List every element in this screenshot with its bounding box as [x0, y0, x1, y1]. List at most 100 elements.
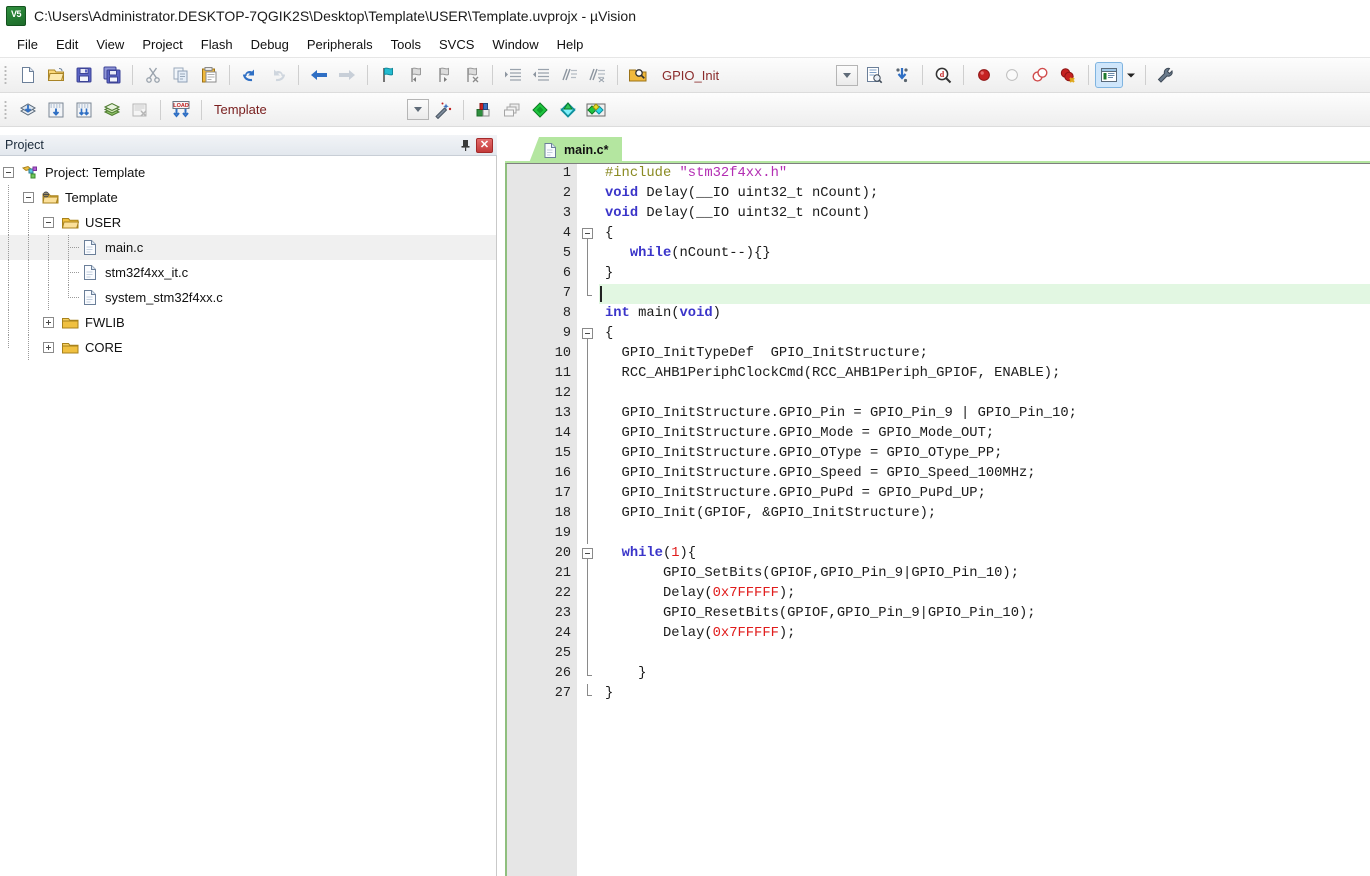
code-line-text[interactable]: void Delay(__IO uint32_t nCount); — [599, 184, 1370, 204]
editor-code-text[interactable]: #include "stm32f4xx.h" void Delay(__IO ui… — [599, 164, 1370, 876]
code-line[interactable]: } — [599, 684, 1370, 704]
pin-icon[interactable] — [457, 137, 473, 153]
tree-item-group-core[interactable]: CORE — [0, 335, 496, 360]
fold-collapse-icon[interactable] — [582, 228, 593, 239]
editor-bookmark-gutter[interactable] — [507, 164, 542, 876]
target-options-icon[interactable] — [526, 97, 554, 123]
comment-icon[interactable] — [555, 62, 583, 88]
breakpoint-kill-all-icon[interactable] — [1054, 62, 1082, 88]
code-line[interactable]: GPIO_InitTypeDef GPIO_InitStructure; — [599, 344, 1370, 364]
breakpoint-disable-all-icon[interactable] — [1026, 62, 1054, 88]
code-line-text[interactable]: GPIO_ResetBits(GPIOF,GPIO_Pin_9|GPIO_Pin… — [599, 604, 1370, 624]
menu-item-project[interactable]: Project — [133, 34, 191, 55]
code-line-text[interactable]: Delay(0x7FFFFF); — [599, 584, 1370, 604]
code-line[interactable] — [599, 524, 1370, 544]
fold-cell[interactable] — [577, 324, 599, 344]
paste-icon[interactable] — [195, 62, 223, 88]
fold-cell[interactable] — [577, 484, 599, 504]
code-line-text[interactable] — [599, 284, 1370, 304]
code-line[interactable]: void Delay(__IO uint32_t nCount) — [599, 204, 1370, 224]
code-line[interactable]: GPIO_InitStructure.GPIO_Speed = GPIO_Spe… — [599, 464, 1370, 484]
save-all-icon[interactable] — [98, 62, 126, 88]
fold-cell[interactable] — [577, 204, 599, 224]
code-line-text[interactable]: GPIO_InitStructure.GPIO_Mode = GPIO_Mode… — [599, 424, 1370, 444]
code-line-text[interactable]: { — [599, 324, 1370, 344]
fold-cell[interactable] — [577, 464, 599, 484]
code-line-text[interactable]: RCC_AHB1PeriphClockCmd(RCC_AHB1Periph_GP… — [599, 364, 1370, 384]
code-line[interactable]: { — [599, 324, 1370, 344]
tree-toggle-user[interactable] — [40, 210, 60, 235]
code-editor[interactable]: 1 2 3 4 5 6 7 8 9 10 11 12 13 14 15 16 17 18 19 20 21 22 23 24 2… — [505, 163, 1370, 876]
tree-toggle-project[interactable] — [0, 160, 20, 185]
fold-cell[interactable] — [577, 364, 599, 384]
translate-icon[interactable] — [14, 97, 42, 123]
code-line-text[interactable]: { — [599, 224, 1370, 244]
code-line[interactable]: GPIO_InitStructure.GPIO_PuPd = GPIO_PuPd… — [599, 484, 1370, 504]
bookmark-prev-icon[interactable] — [402, 62, 430, 88]
configure-target-icon[interactable] — [1152, 62, 1180, 88]
tree-toggle-fwlib[interactable] — [40, 310, 60, 335]
code-line[interactable]: } — [599, 664, 1370, 684]
code-line-text[interactable] — [599, 524, 1370, 544]
code-line-text[interactable]: while(1){ — [599, 544, 1370, 564]
symbol-combo-arrow-wrap[interactable] — [830, 64, 858, 86]
bookmark-next-icon[interactable] — [430, 62, 458, 88]
code-line-text[interactable]: #include "stm32f4xx.h" — [599, 164, 1370, 184]
code-line[interactable]: while(nCount--){} — [599, 244, 1370, 264]
rebuild-icon[interactable] — [70, 97, 98, 123]
redo-icon[interactable] — [264, 62, 292, 88]
fold-cell[interactable] — [577, 224, 599, 244]
tree-item-file-stm32f4xx-it-c[interactable]: stm32f4xx_it.c — [0, 260, 496, 285]
code-line-text[interactable]: } — [599, 264, 1370, 284]
fold-collapse-icon[interactable] — [582, 548, 593, 559]
fold-cell[interactable] — [577, 524, 599, 544]
menu-item-file[interactable]: File — [8, 34, 47, 55]
toolbar-grip[interactable] — [2, 64, 11, 86]
code-line[interactable] — [599, 644, 1370, 664]
navigate-back-icon[interactable] — [305, 62, 333, 88]
fold-cell[interactable] — [577, 344, 599, 364]
menu-item-svcs[interactable]: SVCS — [430, 34, 483, 55]
code-line[interactable] — [599, 384, 1370, 404]
code-line-text[interactable]: } — [599, 664, 1370, 684]
code-line-text[interactable]: GPIO_InitStructure.GPIO_Speed = GPIO_Spe… — [599, 464, 1370, 484]
code-line[interactable]: void Delay(__IO uint32_t nCount); — [599, 184, 1370, 204]
chevron-down-icon[interactable] — [836, 64, 858, 86]
menu-item-debug[interactable]: Debug — [242, 34, 298, 55]
outdent-icon[interactable] — [527, 62, 555, 88]
tree-item-file-main-c[interactable]: main.c — [0, 235, 496, 260]
run-to-icon[interactable] — [582, 97, 610, 123]
download-icon[interactable]: LOAD — [167, 97, 195, 123]
fold-cell[interactable] — [577, 604, 599, 624]
project-window-icon[interactable] — [1095, 62, 1123, 88]
bookmark-toggle-icon[interactable] — [374, 62, 402, 88]
pack-installer-icon[interactable] — [554, 97, 582, 123]
find-in-files-icon[interactable] — [624, 62, 652, 88]
find-icon[interactable]: d — [929, 62, 957, 88]
symbol-combo-value[interactable]: GPIO_Init — [652, 68, 719, 83]
batch-build-icon[interactable] — [98, 97, 126, 123]
code-line[interactable]: GPIO_Init(GPIOF, &GPIO_InitStructure); — [599, 504, 1370, 524]
code-line-text[interactable]: GPIO_InitStructure.GPIO_OType = GPIO_OTy… — [599, 444, 1370, 464]
close-icon[interactable]: ✕ — [476, 137, 493, 153]
toolbar-grip[interactable] — [2, 98, 11, 121]
code-line[interactable]: } — [599, 264, 1370, 284]
code-line[interactable]: GPIO_InitStructure.GPIO_Pin = GPIO_Pin_9… — [599, 404, 1370, 424]
code-line[interactable]: while(1){ — [599, 544, 1370, 564]
cut-icon[interactable] — [139, 62, 167, 88]
target-combo-value[interactable]: Template — [208, 102, 267, 117]
code-line[interactable]: GPIO_InitStructure.GPIO_Mode = GPIO_Mode… — [599, 424, 1370, 444]
fold-cell[interactable] — [577, 664, 599, 684]
symbol-combo[interactable]: GPIO_Init — [652, 64, 719, 86]
code-line[interactable]: int main(void) — [599, 304, 1370, 324]
chevron-down-icon[interactable] — [407, 99, 429, 120]
tree-item-project[interactable]: Project: Template — [0, 160, 496, 185]
code-line-text[interactable]: void Delay(__IO uint32_t nCount) — [599, 204, 1370, 224]
magic-wand-icon[interactable] — [429, 97, 457, 123]
fold-cell[interactable] — [577, 624, 599, 644]
code-line[interactable] — [599, 284, 1370, 304]
tree-item-file-system-stm32f4xx-c[interactable]: system_stm32f4xx.c — [0, 285, 496, 310]
fold-cell[interactable] — [577, 184, 599, 204]
code-line[interactable]: #include "stm32f4xx.h" — [599, 164, 1370, 184]
fold-cell[interactable] — [577, 644, 599, 664]
